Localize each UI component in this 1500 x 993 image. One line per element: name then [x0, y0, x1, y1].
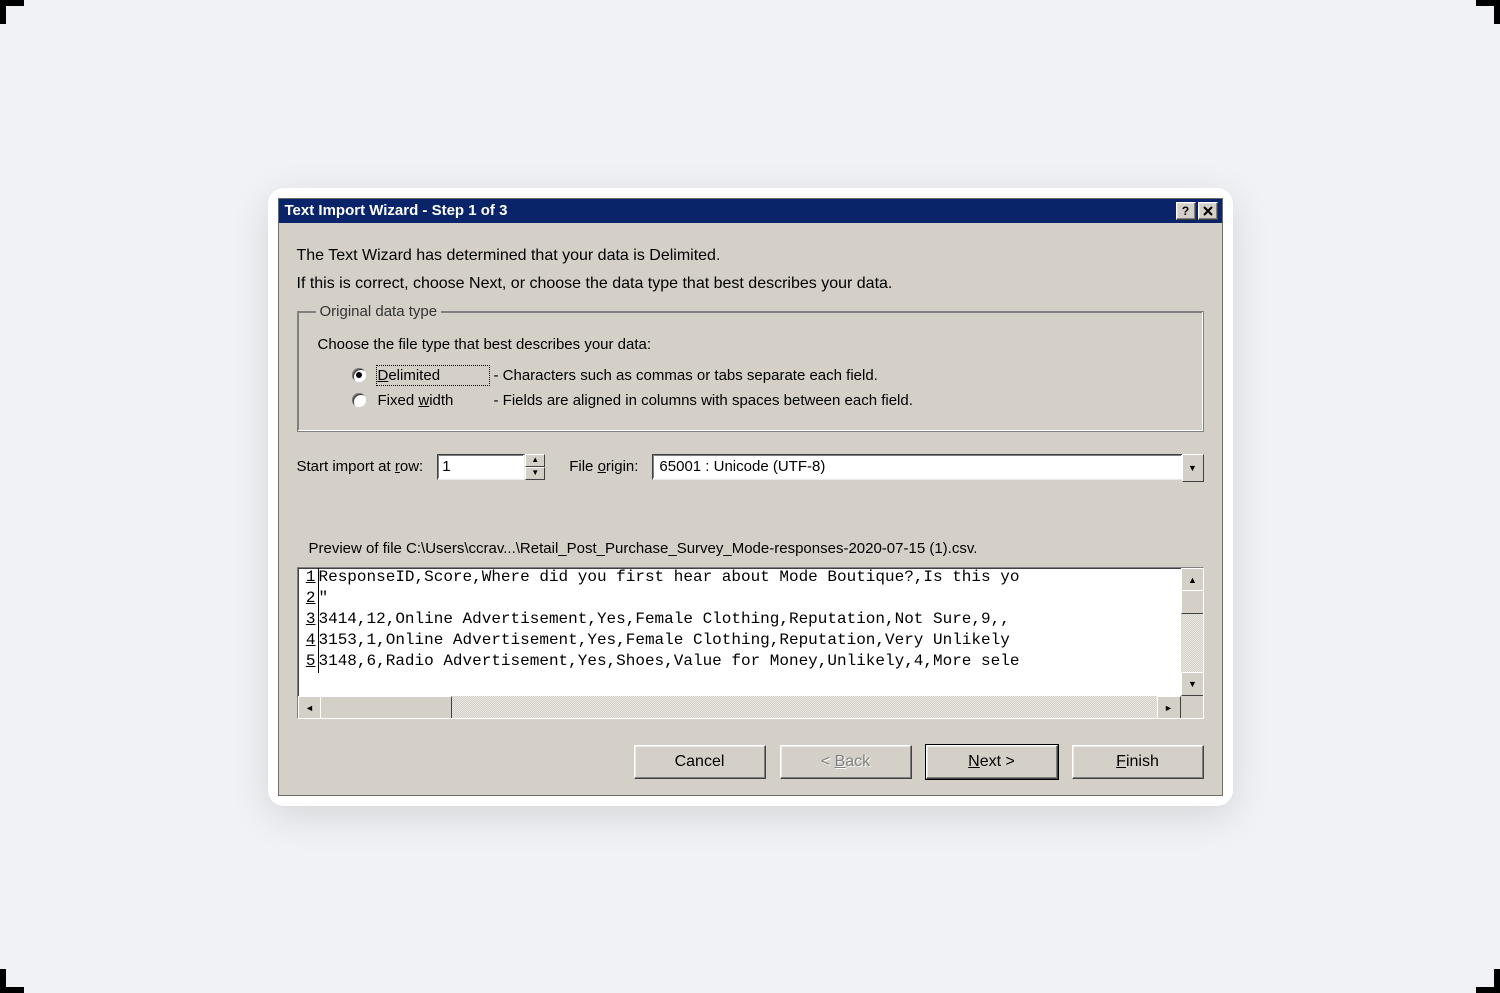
radio-icon: [352, 393, 366, 407]
scroll-right-icon[interactable]: ►: [1157, 696, 1181, 719]
preview-label: Preview of file C:\Users\ccrav...\Retail…: [309, 540, 1204, 557]
chevron-down-icon[interactable]: ▼: [1182, 454, 1204, 482]
preview-box: 1 ResponseID,Score,Where did you first h…: [297, 567, 1204, 719]
title-bar: Text Import Wizard - Step 1 of 3 ?: [279, 199, 1222, 223]
preview-row: 1 ResponseID,Score,Where did you first h…: [298, 568, 1181, 589]
spinner-up-icon[interactable]: ▲: [525, 454, 545, 467]
vertical-scrollbar[interactable]: ▲ ▼: [1181, 568, 1203, 696]
preview-row: 3 3414,12,Online Advertisement,Yes,Femal…: [298, 610, 1181, 631]
back-button-label: < Back: [821, 753, 870, 771]
group-instruction: Choose the file type that best describes…: [318, 336, 1185, 353]
row-text: 3414,12,Online Advertisement,Yes,Female …: [319, 610, 1181, 631]
back-button: < Back: [780, 745, 912, 779]
scroll-left-icon[interactable]: ◄: [298, 696, 322, 719]
horizontal-scrollbar[interactable]: ◄ ►: [298, 696, 1181, 718]
option-delimited-desc: - Characters such as commas or tabs sepa…: [494, 367, 1185, 384]
group-legend: Original data type: [316, 303, 442, 320]
row-number: 1: [298, 568, 319, 589]
row-number: 2: [298, 589, 319, 610]
next-button-label: Next >: [968, 753, 1015, 771]
original-data-type-group: Original data type Choose the file type …: [297, 303, 1204, 432]
start-row-label: Start import at row:: [297, 458, 424, 475]
file-origin-combo[interactable]: ▼: [652, 454, 1203, 480]
text-import-wizard-dialog: Text Import Wizard - Step 1 of 3 ? The T…: [278, 198, 1223, 796]
cancel-button-label: Cancel: [675, 753, 725, 771]
row-text: 3153,1,Online Advertisement,Yes,Female C…: [319, 631, 1181, 652]
preview-row: 4 3153,1,Online Advertisement,Yes,Female…: [298, 631, 1181, 652]
option-delimited[interactable]: Delimited - Characters such as commas or…: [352, 363, 1185, 388]
scroll-thumb[interactable]: [320, 696, 452, 719]
option-fixed-width[interactable]: Fixed width - Fields are aligned in colu…: [352, 388, 1185, 413]
cancel-button[interactable]: Cancel: [634, 745, 766, 779]
scroll-up-icon[interactable]: ▲: [1181, 568, 1204, 592]
option-delimited-label: Delimited: [378, 367, 488, 384]
start-row-input[interactable]: [437, 454, 525, 480]
start-row-spinner[interactable]: ▲ ▼: [437, 454, 545, 480]
radio-icon: [352, 368, 366, 382]
row-text: ": [319, 589, 1181, 610]
spinner-down-icon[interactable]: ▼: [525, 467, 545, 480]
close-icon: [1203, 206, 1213, 216]
finish-button-label: Finish: [1116, 753, 1159, 771]
row-text: 3148,6,Radio Advertisement,Yes,Shoes,Val…: [319, 652, 1181, 673]
file-origin-input[interactable]: [652, 454, 1181, 480]
scroll-corner: [1181, 696, 1203, 718]
scroll-down-icon[interactable]: ▼: [1181, 672, 1204, 696]
intro-line-2: If this is correct, choose Next, or choo…: [297, 275, 1204, 293]
scroll-thumb[interactable]: [1181, 590, 1204, 614]
card-wrapper: Text Import Wizard - Step 1 of 3 ? The T…: [268, 188, 1233, 806]
row-number: 4: [298, 631, 319, 652]
window-title: Text Import Wizard - Step 1 of 3: [285, 202, 508, 219]
option-fixed-width-label: Fixed width: [378, 392, 488, 409]
row-number: 3: [298, 610, 319, 631]
preview-row: 2 ": [298, 589, 1181, 610]
row-number: 5: [298, 652, 319, 673]
intro-line-1: The Text Wizard has determined that your…: [297, 247, 1204, 265]
file-origin-label: File origin:: [569, 458, 638, 475]
preview-row: 5 3148,6,Radio Advertisement,Yes,Shoes,V…: [298, 652, 1181, 673]
close-button[interactable]: [1198, 202, 1218, 220]
next-button[interactable]: Next >: [926, 745, 1058, 779]
option-fixed-width-desc: - Fields are aligned in columns with spa…: [494, 392, 1185, 409]
help-button[interactable]: ?: [1176, 202, 1196, 220]
row-text: ResponseID,Score,Where did you first hea…: [319, 568, 1181, 589]
help-icon: ?: [1182, 204, 1189, 218]
finish-button[interactable]: Finish: [1072, 745, 1204, 779]
